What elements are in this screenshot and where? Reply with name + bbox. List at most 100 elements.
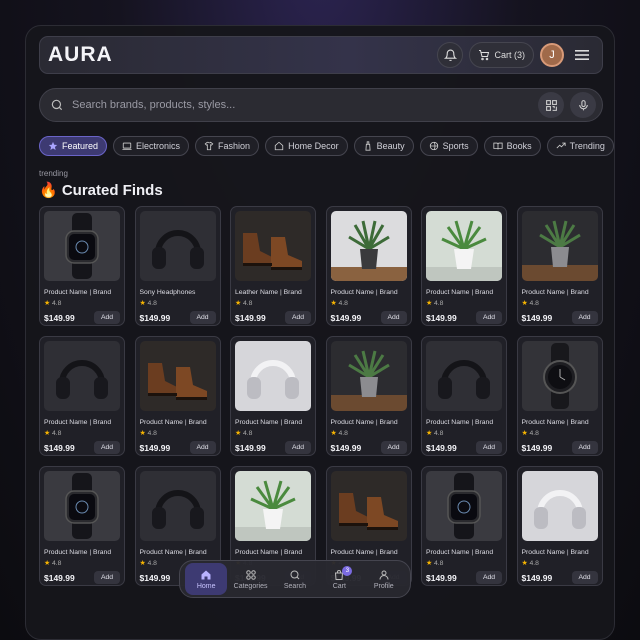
plant-image[interactable] (426, 211, 502, 281)
headphones-image[interactable] (44, 341, 120, 411)
add-to-cart-button[interactable]: Add (285, 441, 311, 454)
product-card[interactable]: Product Name | Brand ★ 4.8 $149.99 Add (421, 206, 507, 326)
plant-image[interactable] (521, 211, 598, 281)
bell-icon (443, 49, 457, 61)
nav-cart[interactable]: Cart 3 (318, 563, 360, 595)
product-card[interactable]: Product Name | Brand ★ 4.8 $149.99 Add (421, 336, 507, 456)
qr-scan-button[interactable] (538, 92, 564, 118)
chip-featured[interactable]: Featured (39, 136, 108, 156)
menu-button[interactable] (570, 43, 594, 67)
smartwatch-image[interactable] (44, 211, 120, 281)
plant-image[interactable] (330, 341, 407, 411)
chip-home-decor[interactable]: Home Decor (265, 136, 348, 156)
add-to-cart-button[interactable]: Add (571, 441, 598, 454)
add-to-cart-button[interactable]: Add (571, 571, 598, 584)
add-to-cart-button[interactable]: Add (94, 311, 120, 324)
product-card[interactable]: Product Name | Brand ★ 4.8 $149.99 Add (39, 336, 125, 456)
add-to-cart-button[interactable]: Add (476, 441, 502, 454)
add-to-cart-button[interactable]: Add (380, 311, 407, 324)
product-name: Product Name | Brand (44, 549, 112, 556)
nav-search[interactable]: Search (274, 563, 316, 595)
chip-fashion[interactable]: Fashion (195, 136, 260, 156)
cart-button[interactable]: Cart (3) (469, 42, 534, 68)
product-price: $149.99 (139, 312, 171, 323)
brand-logo[interactable]: AURA (48, 43, 431, 67)
search-input[interactable] (72, 99, 532, 111)
star-icon: ★ (330, 300, 337, 307)
product-price: $149.99 (139, 442, 171, 453)
add-to-cart-button[interactable]: Add (189, 441, 216, 454)
product-card[interactable]: Product Name | Brand ★ 4.8 $149.99 Add (421, 466, 507, 586)
chip-label: Featured (62, 141, 99, 151)
product-rating: ★ 4.8 (140, 429, 216, 437)
product-rating: ★ 4.8 (426, 429, 502, 437)
chip-trending[interactable]: Trending (546, 136, 614, 156)
product-card[interactable]: Product Name | Brand ★ 4.8 $149.99 Add (134, 336, 221, 456)
product-rating: ★ 4.8 (522, 429, 598, 437)
boots-image[interactable] (330, 471, 407, 541)
add-to-cart-button[interactable]: Add (94, 571, 120, 584)
chip-sports[interactable]: Sports (419, 136, 478, 156)
product-card[interactable]: Product Name | Brand ★ 4.8 $149.99 Add (516, 336, 603, 456)
product-rating: ★ 4.8 (44, 429, 120, 437)
product-card[interactable]: Product Name | Brand ★ 4.8 $149.99 Add (516, 206, 603, 326)
rating-value: 4.8 (147, 430, 157, 437)
wristwatch-image[interactable] (521, 341, 598, 411)
star-icon: ★ (44, 300, 51, 307)
product-card[interactable]: Product Name | Brand ★ 4.8 $149.99 Add (39, 466, 125, 586)
nav-profile[interactable]: Profile (363, 563, 405, 595)
voice-search-button[interactable] (570, 92, 596, 118)
product-card[interactable]: Product Name | Brand ★ 4.8 $149.99 Add (325, 336, 412, 456)
headphones-image[interactable] (139, 471, 216, 541)
add-to-cart-button[interactable]: Add (380, 441, 407, 454)
boots-image[interactable] (235, 211, 311, 281)
plant-image[interactable] (235, 471, 311, 541)
nav-home[interactable]: Home (185, 563, 228, 595)
product-card[interactable]: Product Name | Brand ★ 4.8 $149.99 Add (516, 466, 603, 586)
product-rating: ★ 4.8 (140, 299, 216, 307)
section-eyebrow: trending (39, 169, 68, 178)
product-name: Sony Headphones (139, 289, 196, 296)
nav-label: Search (283, 582, 307, 590)
headphones-image[interactable] (235, 341, 311, 411)
product-name: Product Name | Brand (235, 549, 303, 556)
product-name: Product Name | Brand (330, 419, 398, 426)
product-card[interactable]: Product Name | Brand ★ 4.8 $149.99 Add (325, 206, 412, 326)
rating-value: 4.8 (242, 300, 253, 307)
plant-image[interactable] (330, 211, 407, 281)
product-card[interactable]: Sony Headphones ★ 4.8 $149.99 Add (134, 206, 221, 326)
avatar[interactable]: J (540, 43, 564, 67)
nav-categories[interactable]: Categories (230, 563, 272, 595)
product-rating: ★ 4.8 (44, 559, 120, 567)
headphones-image[interactable] (426, 341, 502, 411)
product-price: $149.99 (521, 312, 553, 323)
headphones-image[interactable] (139, 211, 216, 281)
star-icon: ★ (521, 560, 528, 567)
rating-value: 4.8 (433, 560, 444, 567)
hamburger-icon (575, 50, 589, 60)
add-to-cart-button[interactable]: Add (285, 311, 311, 324)
microphone-icon (578, 99, 588, 110)
add-to-cart-button[interactable]: Add (189, 311, 216, 324)
smartwatch-image[interactable] (44, 471, 120, 541)
chip-electronics[interactable]: Electronics (113, 136, 190, 156)
rating-value: 4.8 (147, 300, 157, 307)
product-card[interactable]: Product Name | Brand ★ 4.8 $149.99 Add (230, 336, 316, 456)
product-card[interactable]: Product Name | Brand ★ 4.8 $149.99 Add (39, 206, 125, 326)
chip-label: Books (506, 141, 532, 151)
smartwatch-image[interactable] (426, 471, 502, 541)
headphones-image[interactable] (521, 471, 598, 541)
chip-beauty[interactable]: Beauty (353, 136, 414, 156)
add-to-cart-button[interactable]: Add (571, 311, 598, 324)
product-name: Product Name | Brand (235, 419, 303, 426)
chip-books[interactable]: Books (483, 136, 541, 156)
boots-image[interactable] (139, 341, 216, 411)
product-name: Product Name | Brand (426, 419, 494, 426)
add-to-cart-button[interactable]: Add (476, 571, 502, 584)
notifications-button[interactable] (437, 42, 464, 68)
add-to-cart-button[interactable]: Add (476, 311, 502, 324)
product-name: Product Name | Brand (44, 419, 112, 426)
add-to-cart-button[interactable]: Add (94, 441, 120, 454)
rating-value: 4.8 (529, 560, 539, 567)
product-card[interactable]: Leather Name | Brand ★ 4.8 $149.99 Add (230, 206, 316, 326)
